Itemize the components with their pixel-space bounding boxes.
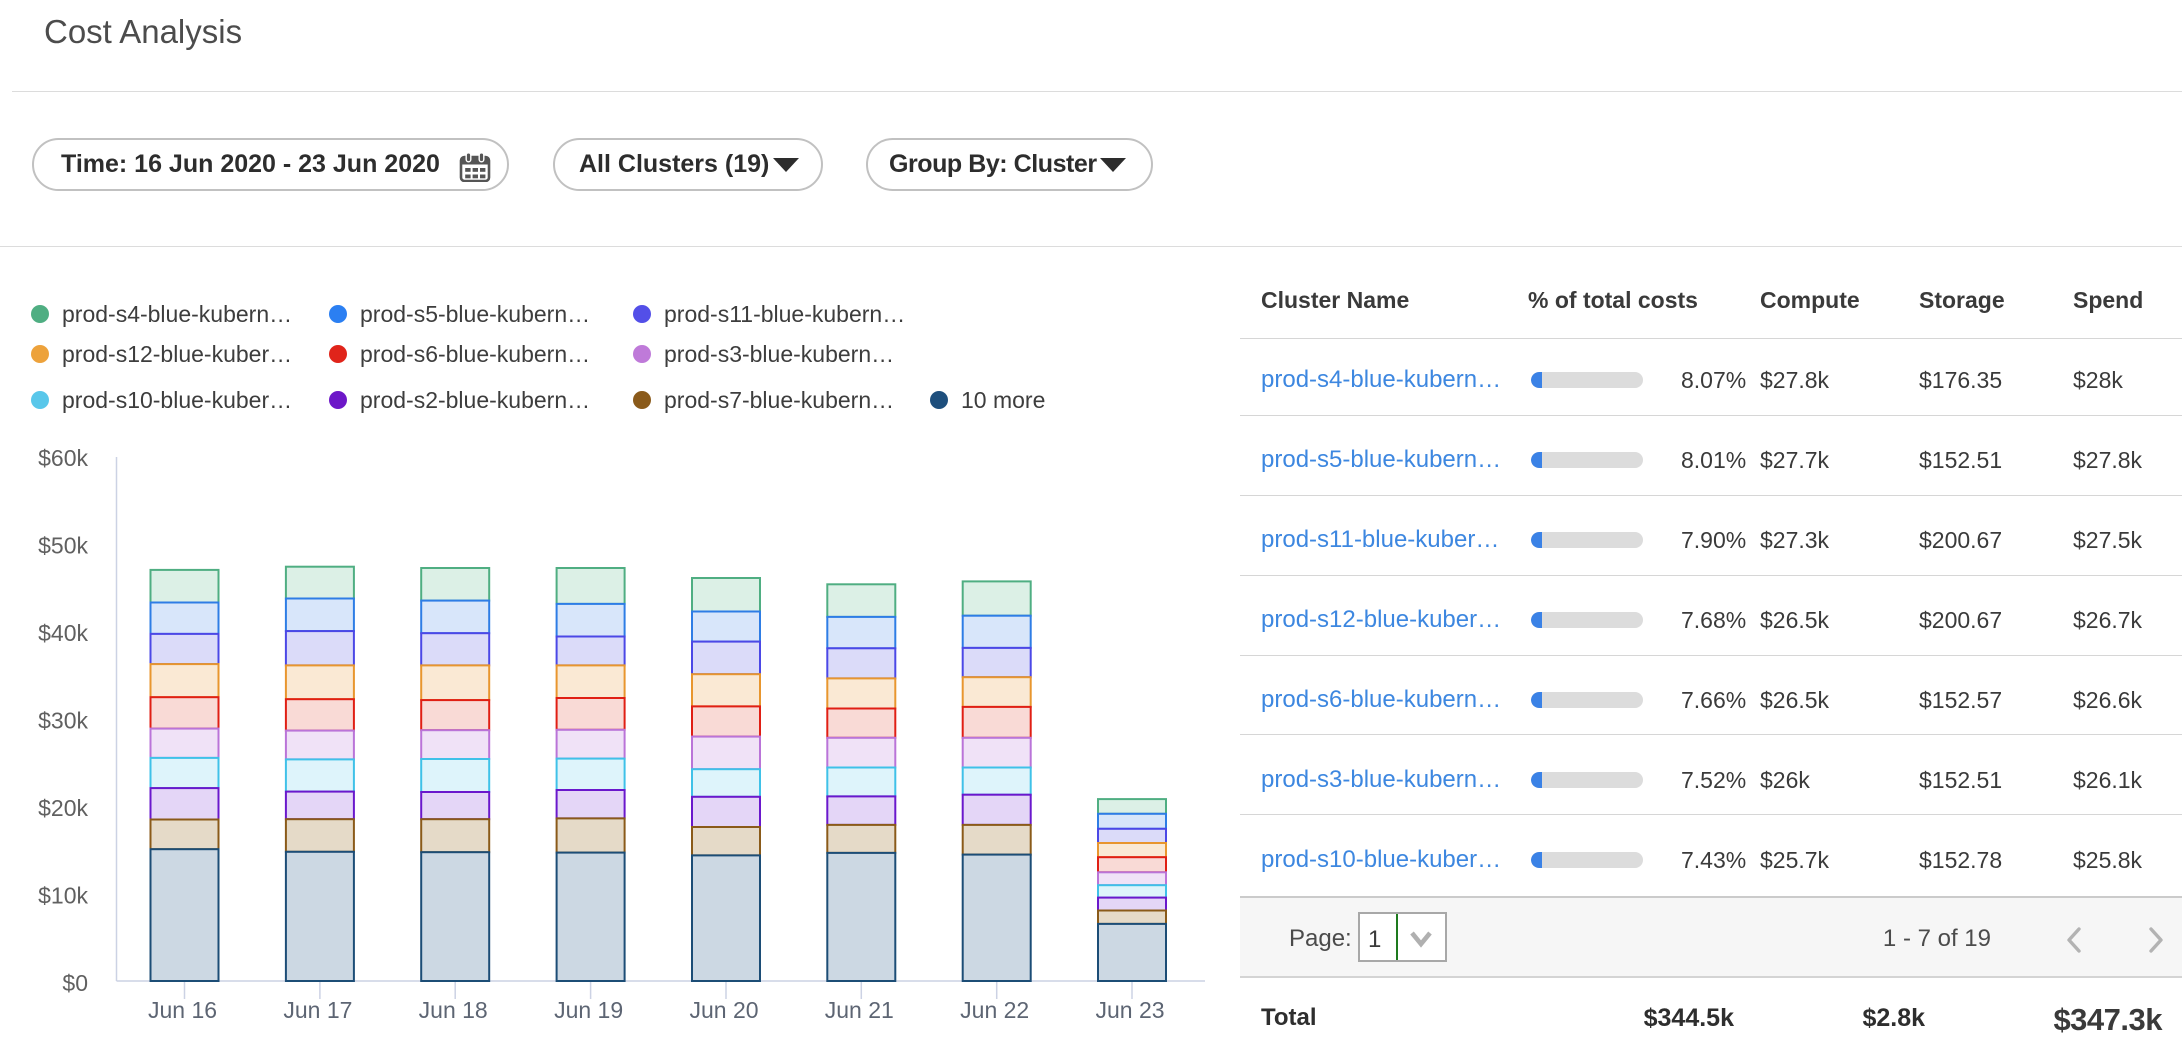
svg-text:Jun 23: Jun 23 <box>1095 997 1164 1023</box>
svg-text:Jun 19: Jun 19 <box>554 997 623 1023</box>
svg-text:Jun 18: Jun 18 <box>419 997 488 1023</box>
svg-text:Jun 21: Jun 21 <box>825 997 894 1023</box>
svg-text:$0: $0 <box>62 970 88 996</box>
svg-text:$20k: $20k <box>38 795 88 821</box>
svg-text:Jun 16: Jun 16 <box>148 997 217 1023</box>
svg-text:$40k: $40k <box>38 620 88 646</box>
svg-text:$30k: $30k <box>38 708 88 734</box>
svg-text:Jun 20: Jun 20 <box>689 997 758 1023</box>
svg-text:$50k: $50k <box>38 533 88 559</box>
svg-text:$60k: $60k <box>38 445 88 471</box>
svg-text:Jun 22: Jun 22 <box>960 997 1029 1023</box>
svg-text:Jun 17: Jun 17 <box>283 997 352 1023</box>
svg-text:$10k: $10k <box>38 883 88 909</box>
